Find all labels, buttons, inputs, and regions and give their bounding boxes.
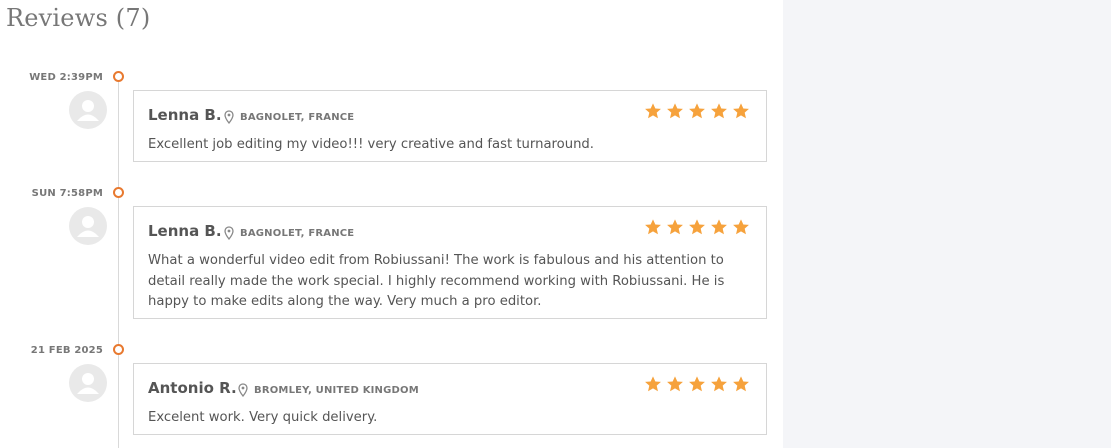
review-card: Lenna B. BAGNOLET, FRANCE Excellent job …: [133, 90, 767, 162]
star-icon: [689, 103, 705, 119]
star-icon: [667, 219, 683, 235]
star-icon: [733, 103, 749, 119]
page-title: Reviews (7): [6, 4, 151, 32]
review-card: Lenna B. BAGNOLET, FRANCE What a wonderf…: [133, 206, 767, 319]
reviewer-location: BAGNOLET, FRANCE: [240, 112, 355, 123]
reviewer-name[interactable]: Lenna B.: [148, 222, 222, 240]
star-icon: [733, 376, 749, 392]
review-text: Excelent work. Very quick delivery.: [148, 410, 378, 425]
avatar[interactable]: [69, 364, 107, 402]
star-icon: [645, 103, 661, 119]
review-card: Antonio R. BROMLEY, UNITED KINGDOM Excel…: [133, 363, 767, 435]
reviewer-location: BAGNOLET, FRANCE: [240, 228, 355, 239]
right-panel: [783, 0, 1111, 448]
star-icon: [645, 219, 661, 235]
star-icon: [733, 219, 749, 235]
reviewer-name[interactable]: Lenna B.: [148, 106, 222, 124]
map-pin-icon: [224, 110, 234, 124]
reviewer-name[interactable]: Antonio R.: [148, 379, 237, 397]
star-icon: [711, 376, 727, 392]
star-icon: [689, 376, 705, 392]
review-time: SUN 7:58PM: [31, 188, 103, 199]
rating-stars: [640, 218, 750, 236]
star-icon: [711, 219, 727, 235]
review-text: Excellent job editing my video!!! very c…: [148, 137, 594, 152]
star-icon: [711, 103, 727, 119]
star-icon: [689, 219, 705, 235]
rating-stars: [640, 375, 750, 393]
avatar-placeholder-icon: [77, 100, 99, 121]
timeline-dot: [113, 344, 124, 355]
reviews-panel: Reviews (7) WED 2:39PM Lenna B. BAGNOLET…: [0, 0, 783, 448]
star-icon: [645, 376, 661, 392]
avatar-placeholder-icon: [77, 216, 99, 237]
review-text: What a wonderful video edit from Robiuss…: [148, 253, 725, 309]
star-icon: [667, 103, 683, 119]
rating-stars: [640, 102, 750, 120]
timeline-dot: [113, 71, 124, 82]
timeline-line: [118, 76, 119, 448]
map-pin-icon: [224, 226, 234, 240]
review-time: WED 2:39PM: [29, 72, 103, 83]
reviewer-location: BROMLEY, UNITED KINGDOM: [254, 385, 419, 396]
avatar-placeholder-icon: [77, 373, 99, 394]
review-header: Antonio R. BROMLEY, UNITED KINGDOM: [134, 364, 766, 397]
avatar[interactable]: [69, 207, 107, 245]
review-time: 21 FEB 2025: [30, 345, 103, 356]
review-header: Lenna B. BAGNOLET, FRANCE: [134, 207, 766, 240]
star-icon: [667, 376, 683, 392]
map-pin-icon: [238, 383, 248, 397]
review-header: Lenna B. BAGNOLET, FRANCE: [134, 91, 766, 124]
avatar[interactable]: [69, 91, 107, 129]
timeline-dot: [113, 187, 124, 198]
